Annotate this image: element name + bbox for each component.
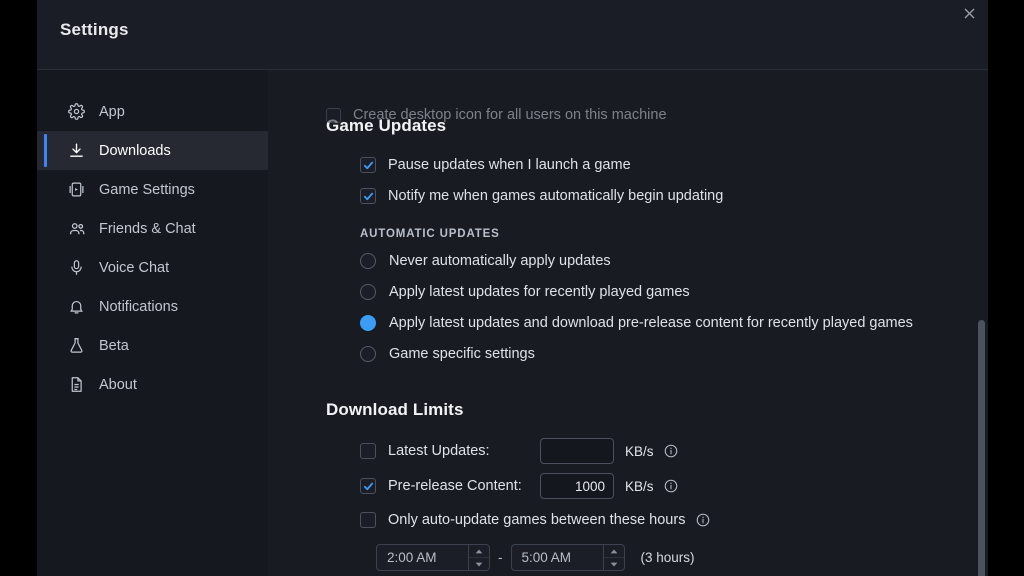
radio-latest-prerelease-label: Apply latest updates and download pre-re… [389,315,913,331]
close-icon[interactable] [955,0,983,26]
time-range-row: 2:00 AM - 5:00 AM [376,544,988,571]
create-desktop-icon-label: Create desktop icon for all users on thi… [353,107,667,123]
auto-update-hours-label: Only auto-update games between these hou… [388,512,685,528]
microphone-icon [67,258,86,277]
prerelease-checkbox[interactable] [360,478,376,494]
radio-latest-recent-label: Apply latest updates for recently played… [389,284,690,300]
radio-never-apply[interactable] [360,253,376,269]
sidebar-item-voice-chat[interactable]: Voice Chat [37,248,268,287]
title-bar: Settings [37,0,988,70]
pause-updates-row[interactable]: Pause updates when I launch a game [360,152,988,178]
radio-game-specific-label: Game specific settings [389,346,535,362]
sidebar-item-label: Downloads [99,143,171,159]
prerelease-label: Pre-release Content: [388,478,540,494]
sidebar-item-label: Notifications [99,299,178,315]
people-icon [67,219,86,238]
radio-game-specific-row[interactable]: Game specific settings [360,341,988,367]
info-icon[interactable] [664,444,679,459]
info-icon[interactable] [695,513,710,528]
sidebar-item-label: Game Settings [99,182,195,198]
sidebar-item-friends-chat[interactable]: Friends & Chat [37,209,268,248]
sidebar: App Downloads Game Set [37,70,268,576]
screen: Settings App [0,0,1024,576]
info-icon[interactable] [664,479,679,494]
start-time-down-arrow-icon[interactable] [469,557,489,570]
bell-icon [67,297,86,316]
start-time-arrows[interactable] [468,544,490,571]
end-time-arrows[interactable] [603,544,625,571]
notify-updating-checkbox[interactable] [360,188,376,204]
sidebar-item-downloads[interactable]: Downloads [37,131,268,170]
time-range-separator: - [498,550,503,565]
create-desktop-icon-checkbox[interactable] [326,108,341,123]
end-time-down-arrow-icon[interactable] [604,557,624,570]
start-time-up-arrow-icon[interactable] [469,545,489,557]
latest-updates-limit-row[interactable]: Latest Updates: KB/s [360,436,988,466]
sidebar-item-label: App [99,104,125,120]
prerelease-input[interactable] [540,473,614,499]
gear-icon [67,102,86,121]
create-desktop-icon-row[interactable]: Create desktop icon for all users on thi… [326,107,667,123]
start-time-spinner[interactable]: 2:00 AM [376,544,490,571]
settings-window: Settings App [37,0,988,576]
sidebar-item-notifications[interactable]: Notifications [37,287,268,326]
page-title: Settings [60,20,129,40]
sidebar-item-label: Beta [99,338,129,354]
download-icon [67,141,86,160]
radio-never-apply-row[interactable]: Never automatically apply updates [360,248,988,274]
start-time-value[interactable]: 2:00 AM [376,544,468,571]
radio-latest-recent[interactable] [360,284,376,300]
sidebar-item-label: Friends & Chat [99,221,196,237]
download-limits-heading: Download Limits [326,400,988,420]
notify-updating-label: Notify me when games automatically begin… [388,188,723,204]
sidebar-item-app[interactable]: App [37,92,268,131]
sidebar-item-game-settings[interactable]: Game Settings [37,170,268,209]
radio-never-apply-label: Never automatically apply updates [389,253,611,269]
sidebar-item-label: Voice Chat [99,260,169,276]
radio-game-specific[interactable] [360,346,376,362]
latest-updates-unit: KB/s [625,444,654,459]
end-time-up-arrow-icon[interactable] [604,545,624,557]
sidebar-item-about[interactable]: About [37,365,268,404]
sidebar-item-label: About [99,377,137,393]
radio-latest-prerelease-row[interactable]: Apply latest updates and download pre-re… [360,310,988,336]
auto-update-hours-checkbox[interactable] [360,512,376,528]
flask-icon [67,336,86,355]
radio-latest-recent-row[interactable]: Apply latest updates for recently played… [360,279,988,305]
document-icon [67,375,86,394]
latest-updates-input[interactable] [540,438,614,464]
content-inner: Create desktop icon for all users on thi… [268,116,988,571]
time-range-duration: (3 hours) [641,550,695,565]
settings-content-panel: Create desktop icon for all users on thi… [268,70,988,576]
sidebar-item-beta[interactable]: Beta [37,326,268,365]
end-time-value[interactable]: 5:00 AM [511,544,603,571]
prerelease-limit-row[interactable]: Pre-release Content: KB/s [360,471,988,501]
radio-latest-prerelease[interactable] [360,315,376,331]
scrollbar-thumb[interactable] [978,320,985,576]
end-time-spinner[interactable]: 5:00 AM [511,544,625,571]
auto-update-hours-row[interactable]: Only auto-update games between these hou… [360,507,988,533]
pause-updates-checkbox[interactable] [360,157,376,173]
automatic-updates-heading: AUTOMATIC UPDATES [360,228,988,240]
latest-updates-checkbox[interactable] [360,443,376,459]
prerelease-unit: KB/s [625,479,654,494]
pause-updates-label: Pause updates when I launch a game [388,157,631,173]
game-controller-icon [67,180,86,199]
notify-updating-row[interactable]: Notify me when games automatically begin… [360,183,988,209]
latest-updates-label: Latest Updates: [388,443,540,459]
